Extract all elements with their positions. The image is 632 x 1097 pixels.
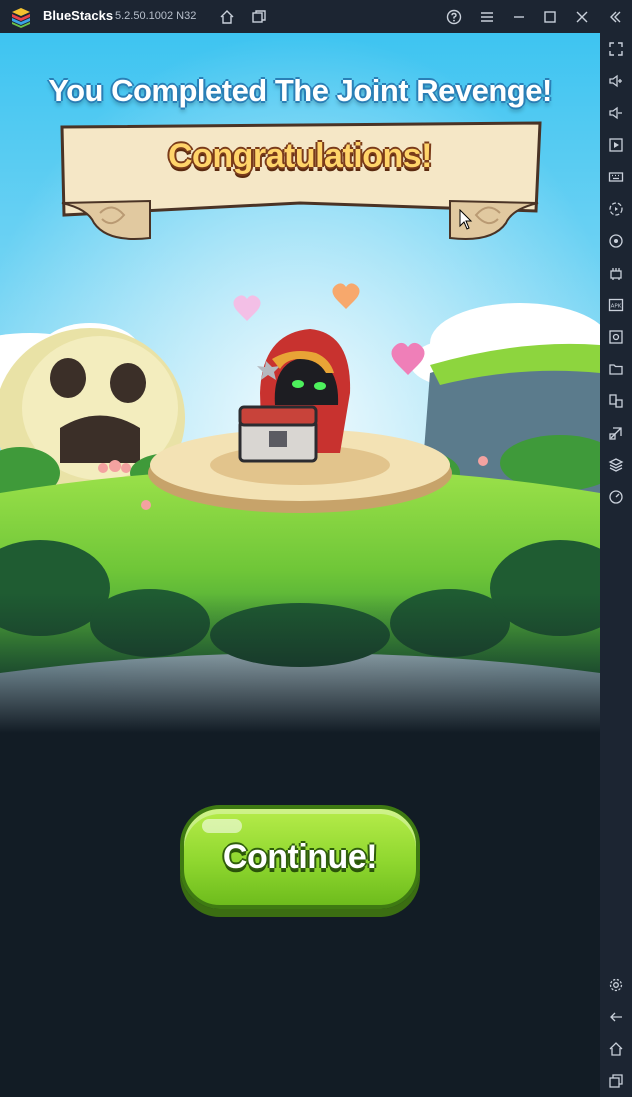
apk-install-button[interactable]: APK [606,295,626,315]
multi-instance-button[interactable] [248,6,270,28]
menu-icon [481,12,493,22]
svg-text:APK: APK [611,304,622,310]
keyboard-button[interactable] [606,167,626,187]
recent-apps-button[interactable] [606,1071,626,1091]
multi-instance-icon [252,10,266,23]
menu-button[interactable] [476,6,498,28]
volume-up-icon [609,74,622,88]
help-icon [446,9,462,25]
eco-mode-button[interactable] [606,423,626,443]
minimize-button[interactable] [508,6,530,28]
app-version: 5.2.50.1002 N32 [115,10,197,22]
title-bar: BlueStacks 5.2.50.1002 N32 [0,0,632,33]
help-button[interactable] [443,6,465,28]
android-home-icon [609,1042,623,1056]
speedometer-button[interactable] [606,487,626,507]
rotate-icon [609,234,623,248]
rotate-button[interactable] [606,231,626,251]
macro-play-button[interactable] [606,135,626,155]
home-button[interactable] [216,6,238,28]
eco-mode-icon [609,427,622,440]
performance-button[interactable] [606,263,626,283]
congratulations-text: Congratulations! [168,137,432,175]
maximize-icon [544,11,556,23]
bluestacks-logo-icon [12,8,30,28]
android-home-button[interactable] [606,1039,626,1059]
back-icon [610,1012,622,1022]
record-button[interactable] [606,199,626,219]
collapse-sidebar-button[interactable] [604,6,626,28]
completion-headline: You Completed The Joint Revenge! [48,73,552,108]
collapse-sidebar-icon [610,11,621,23]
app-name: BlueStacks [43,8,114,23]
close-icon [576,11,588,23]
layers-button[interactable] [606,455,626,475]
settings-icon [609,978,623,992]
apk-icon: APK [608,298,624,312]
volume-down-button[interactable] [606,103,626,123]
volume-down-icon [609,106,622,120]
keyboard-icon [608,172,624,182]
button-shine [202,819,242,833]
back-button[interactable] [606,1007,626,1027]
settings-button[interactable] [606,975,626,995]
record-icon [609,202,623,216]
home-icon [220,10,234,24]
right-sidebar: APK [600,33,632,1097]
game-viewport[interactable]: You Completed The Joint Revenge! Congrat… [0,33,600,1097]
continue-label: Continue! [222,837,378,876]
mouse-cursor-icon [459,209,473,230]
screenshot-icon [609,330,623,344]
folder-icon [609,364,623,375]
fullscreen-button[interactable] [606,39,626,59]
recent-apps-icon [609,1074,623,1088]
performance-icon [610,268,622,280]
multi-instance-sync-button[interactable] [606,391,626,411]
continue-button[interactable]: Continue! [180,805,420,909]
speedometer-icon [609,490,623,504]
screenshot-button[interactable] [606,327,626,347]
minimize-icon [514,16,524,18]
multi-instance-sync-icon [609,394,623,408]
macro-play-icon [609,138,623,152]
folder-button[interactable] [606,359,626,379]
layers-icon [608,458,624,472]
volume-up-button[interactable] [606,71,626,91]
fullscreen-icon [609,42,623,56]
maximize-button[interactable] [539,6,561,28]
close-button[interactable] [571,6,593,28]
